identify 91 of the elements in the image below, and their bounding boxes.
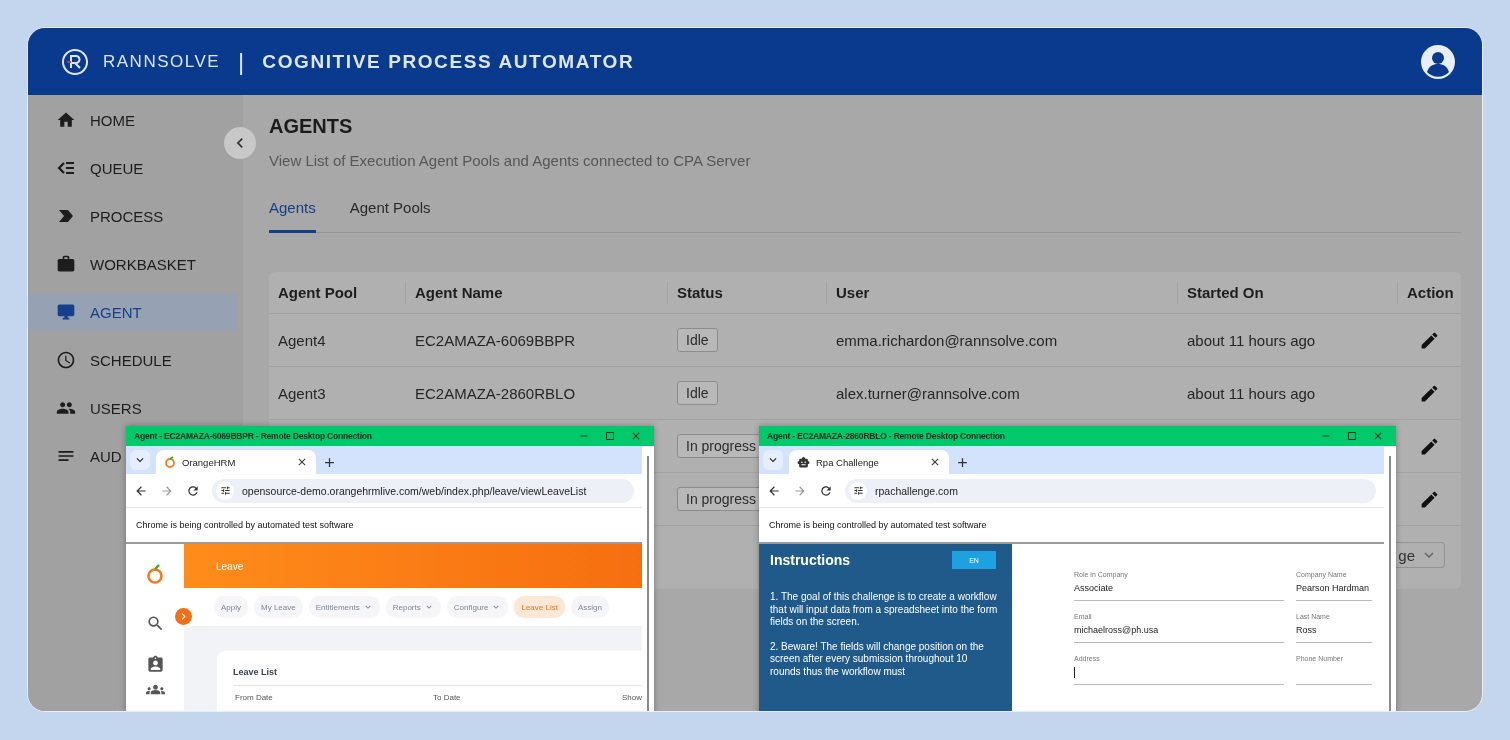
close-tab-button[interactable] xyxy=(929,456,941,468)
close-icon[interactable] xyxy=(630,430,642,442)
directory-icon[interactable] xyxy=(145,655,165,674)
maximize-icon[interactable] xyxy=(604,430,616,442)
sidebar-label: AUD xyxy=(90,447,122,465)
fruit-icon xyxy=(164,456,176,468)
sidebar-label: PROCESS xyxy=(90,207,164,225)
status-chip: Idle xyxy=(677,381,718,405)
sliders-icon xyxy=(849,481,867,500)
page-select[interactable]: ge xyxy=(1396,542,1445,568)
avatar-icon[interactable] xyxy=(1420,43,1456,80)
table-cell: about 11 hours ago xyxy=(1187,384,1316,402)
collapse-button[interactable] xyxy=(224,127,256,159)
column-header: Status xyxy=(668,281,827,304)
separator: | xyxy=(238,47,245,76)
close-icon[interactable] xyxy=(1372,430,1384,442)
tab-menu-button[interactable] xyxy=(763,450,783,470)
address-bar[interactable]: rpachallenge.com xyxy=(845,478,1376,503)
tab[interactable]: Agents xyxy=(269,199,316,233)
table-cell: EC2AMAZA-2860RBLO xyxy=(415,384,576,402)
new-tab-button[interactable] xyxy=(322,455,337,470)
nav-tab[interactable]: Apply xyxy=(214,596,248,618)
sidebar-item[interactable]: WORKBASKET xyxy=(28,246,200,282)
sidebar-label: QUEUE xyxy=(90,159,144,177)
column-label: To Date xyxy=(433,693,462,702)
sidebar-item[interactable]: QUEUE xyxy=(28,150,148,186)
browser-tab[interactable]: OrangeHRM xyxy=(156,450,316,474)
nav-tab[interactable]: Entitlements xyxy=(308,596,380,618)
robot-icon xyxy=(797,455,810,469)
status-chip: Idle xyxy=(677,328,718,352)
sidebar-item[interactable]: PROCESS xyxy=(28,198,168,234)
search-icon[interactable] xyxy=(145,614,165,633)
tab-title: Rpa Challenge xyxy=(816,456,880,468)
nav-tab[interactable]: Reports xyxy=(385,596,441,618)
address-bar[interactable]: opensource-demo.orangehrmlive.com/web/index.php/leave/viewLeaveList xyxy=(212,478,634,503)
window-title: Agent - EC2AMAZA-6069BBPR - Remote Desktop Connection xyxy=(134,431,373,441)
sidebar-item[interactable]: SCHEDULE xyxy=(28,342,176,378)
column-header: Agent Name xyxy=(406,281,668,304)
instruction-text: 2. Beware! The fields will change position on the screen after every submission throughout 10 rounds thus the workflow must xyxy=(770,640,985,678)
column-label: From Date xyxy=(235,693,274,702)
scrollbar[interactable] xyxy=(1389,456,1391,711)
window-title: Agent - EC2AMAZA-2860RBLO - Remote Desktop Connection xyxy=(767,431,1006,441)
reload-button[interactable] xyxy=(819,483,833,498)
card-title: Leave List xyxy=(233,667,642,686)
monitor-icon xyxy=(56,302,76,322)
new-tab-button[interactable] xyxy=(955,455,970,470)
tab[interactable]: Agent Pools xyxy=(349,199,431,233)
sidebar-item[interactable]: USERS xyxy=(28,390,146,426)
page-title: Leave xyxy=(216,560,244,572)
close-tab-button[interactable] xyxy=(296,456,308,468)
table-cell: emma.richardon@rannsolve.com xyxy=(836,331,1058,349)
table-cell: EC2AMAZA-6069BBPR xyxy=(415,331,576,349)
home-icon xyxy=(56,110,76,130)
expand-button[interactable] xyxy=(175,608,192,625)
sidebar-item[interactable]: HOME xyxy=(28,102,139,138)
app-title: COGNITIVE PROCESS AUTOMATOR xyxy=(262,50,636,73)
briefcase-icon xyxy=(56,254,76,274)
fruit-logo-icon xyxy=(146,564,164,584)
column-header: User xyxy=(827,281,1178,304)
instruction-text: 1. The goal of this challenge is to create a workflow that will input data from a spreadsheet into the form fields on the screen. xyxy=(770,591,999,629)
column-label: Show xyxy=(622,693,642,702)
column-header: Action xyxy=(1406,283,1455,303)
table-cell: Agent3 xyxy=(278,384,326,402)
table-cell: alex.turner@rannsolve.com xyxy=(836,384,1020,402)
sidebar-label: HOME xyxy=(90,111,135,129)
brand-name: RANNSOLVE xyxy=(103,51,221,72)
sidebar-label: SCHEDULE xyxy=(90,351,172,369)
table-cell: Agent4 xyxy=(278,331,326,349)
panel-title: Instructions xyxy=(770,552,851,568)
sidebar-label: USERS xyxy=(90,399,142,417)
sidebar-item[interactable]: AUD xyxy=(28,438,126,474)
clock-icon xyxy=(56,350,76,370)
scrollbar[interactable] xyxy=(647,456,649,711)
column-header: Started On xyxy=(1178,281,1398,304)
nav-tab[interactable]: Configure xyxy=(446,596,509,618)
table-cell: about 11 hours ago xyxy=(1187,331,1316,349)
page-title: AGENTS xyxy=(269,115,354,138)
nav-tab[interactable]: My Leave xyxy=(254,596,303,618)
column-header: Agent Pool xyxy=(269,281,406,304)
sidebar-label: AGENT xyxy=(90,303,142,321)
tab-menu-button[interactable] xyxy=(130,450,150,470)
page-subtitle: View List of Execution Agent Pools and Agents connected to CPA Server xyxy=(269,152,752,169)
browser-tab[interactable]: Rpa Challenge xyxy=(789,450,949,474)
sidebar-label: WORKBASKET xyxy=(90,255,196,273)
logo-icon xyxy=(61,47,89,76)
reload-button[interactable] xyxy=(186,483,200,498)
nav-tab[interactable]: Assign xyxy=(570,596,609,618)
sliders-icon xyxy=(216,481,234,500)
maximize-icon[interactable] xyxy=(1346,430,1358,442)
tab-title: OrangeHRM xyxy=(182,456,237,468)
sidebar-item[interactable]: AGENT xyxy=(28,294,238,330)
